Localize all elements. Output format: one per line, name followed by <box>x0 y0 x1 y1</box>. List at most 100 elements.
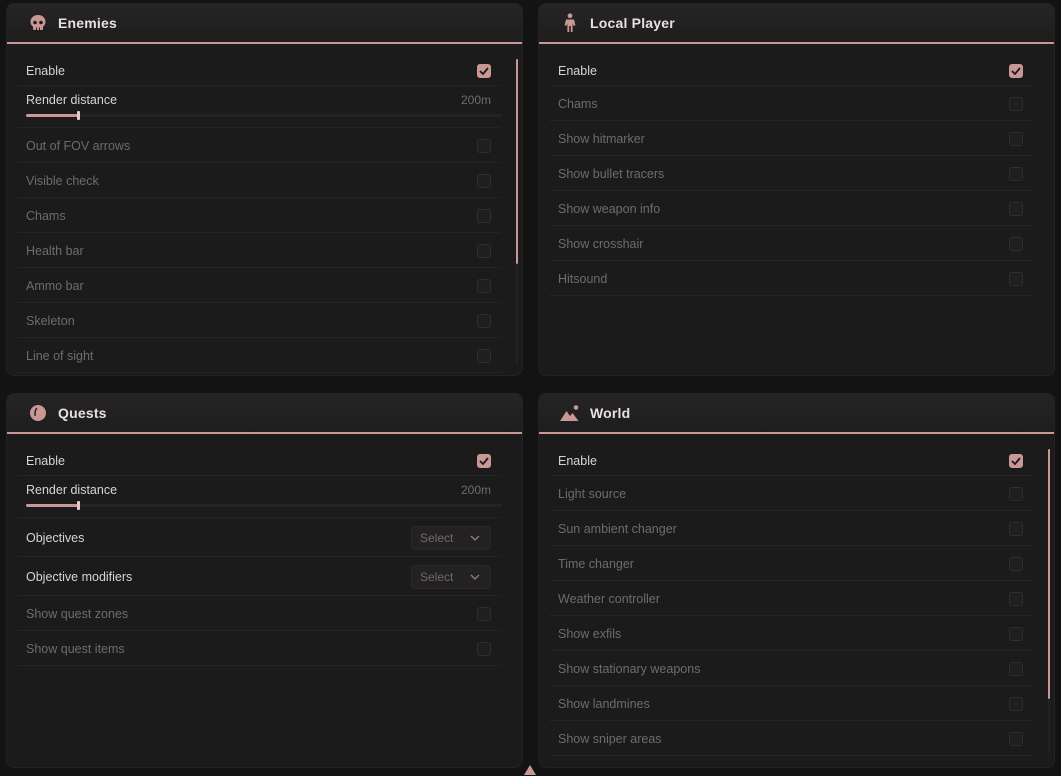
option-row[interactable]: Show landmines <box>549 687 1032 721</box>
scrollbar[interactable] <box>516 59 518 264</box>
option-row[interactable]: Chams <box>549 87 1032 121</box>
option-row[interactable]: Visible check <box>17 164 500 198</box>
option-row[interactable]: Show crosshair <box>549 227 1032 261</box>
expand-arrow-icon[interactable] <box>523 764 537 776</box>
option-label: Show quest items <box>26 641 125 656</box>
option-row[interactable]: Weather controller <box>549 582 1032 616</box>
option-checkbox[interactable] <box>477 606 491 621</box>
option-row[interactable]: Show quest items <box>17 632 500 666</box>
option-label: Show exfils <box>558 626 622 641</box>
option-label: Sun ambient changer <box>558 521 677 536</box>
option-row[interactable]: Show hitmarker <box>549 122 1032 156</box>
slider-handle[interactable] <box>77 111 81 120</box>
panel-title: Enemies <box>58 15 117 31</box>
slider-handle[interactable] <box>77 501 81 510</box>
local-enable-row[interactable]: Enable <box>549 56 1032 86</box>
option-label: Hitsound <box>558 271 608 286</box>
panel-title: Local Player <box>590 15 675 31</box>
option-checkbox[interactable] <box>477 278 491 293</box>
option-label: Show bullet tracers <box>558 166 665 181</box>
option-label: Show quest zones <box>26 606 129 621</box>
render-distance-label: Render distance <box>26 93 118 107</box>
option-checkbox[interactable] <box>1009 236 1023 251</box>
world-enable-row[interactable]: Enable <box>549 446 1032 476</box>
option-row[interactable]: Show stationary weapons <box>549 652 1032 686</box>
option-label: Show weapon info <box>558 201 661 216</box>
option-row[interactable]: Show exfils <box>549 617 1032 651</box>
option-row[interactable]: Show quest zones <box>17 597 500 631</box>
option-checkbox[interactable] <box>1009 486 1023 501</box>
local-enable-checkbox[interactable] <box>1009 63 1023 78</box>
skull-icon <box>28 13 48 33</box>
objectives-row: Objectives Select <box>17 519 500 557</box>
render-distance-value: 200m <box>460 483 491 497</box>
option-checkbox[interactable] <box>1009 131 1023 146</box>
option-label: Show hitmarker <box>558 131 645 146</box>
enable-label: Enable <box>558 453 597 468</box>
enable-label: Enable <box>26 63 65 78</box>
option-checkbox[interactable] <box>477 243 491 258</box>
render-distance-label: Render distance <box>26 483 118 497</box>
enemies-enable-row[interactable]: Enable <box>17 56 500 86</box>
option-checkbox[interactable] <box>477 208 491 223</box>
option-checkbox[interactable] <box>1009 556 1023 571</box>
option-row[interactable]: Show sniper areas <box>549 722 1032 756</box>
option-checkbox[interactable] <box>477 348 491 363</box>
enemies-enable-checkbox[interactable] <box>477 63 491 78</box>
local-player-panel: Local Player Enable Chams Show hitmarker S… <box>538 3 1055 376</box>
option-checkbox[interactable] <box>1009 166 1023 181</box>
option-row[interactable]: Sun ambient changer <box>549 512 1032 546</box>
option-row[interactable]: Skeleton <box>17 304 500 338</box>
objectives-select[interactable]: Select <box>411 525 491 550</box>
option-checkbox[interactable] <box>1009 731 1023 746</box>
option-checkbox[interactable] <box>1009 591 1023 606</box>
objective-modifiers-select[interactable]: Select <box>411 564 491 589</box>
slider-fill <box>26 114 79 117</box>
option-row[interactable]: Line of sight <box>17 339 500 373</box>
objectives-label: Objectives <box>26 530 85 545</box>
option-row[interactable]: Hitsound <box>549 262 1032 296</box>
option-row[interactable]: Out of FOV arrows <box>17 129 500 163</box>
option-row[interactable]: Ammo bar <box>17 269 500 303</box>
chevron-down-icon <box>470 574 480 580</box>
render-distance-value: 200m <box>460 93 491 107</box>
render-distance-slider[interactable] <box>26 501 502 510</box>
world-enable-checkbox[interactable] <box>1009 453 1023 468</box>
option-checkbox[interactable] <box>1009 201 1023 216</box>
option-label: Health bar <box>26 243 84 258</box>
option-checkbox[interactable] <box>1009 96 1023 111</box>
option-label: Show crosshair <box>558 236 644 251</box>
enemies-render-distance[interactable]: Render distance 200m <box>17 87 502 128</box>
person-icon <box>560 13 580 33</box>
option-row[interactable]: Show weapon info <box>549 192 1032 226</box>
option-checkbox[interactable] <box>477 138 491 153</box>
quests-header: Quests <box>7 394 522 434</box>
option-label: Visible check <box>26 173 99 188</box>
option-row[interactable]: Time changer <box>549 547 1032 581</box>
quests-enable-checkbox[interactable] <box>477 453 491 468</box>
scrollbar[interactable] <box>1048 449 1050 699</box>
option-checkbox[interactable] <box>1009 271 1023 286</box>
option-row[interactable]: Show bullet tracers <box>549 157 1032 191</box>
option-checkbox[interactable] <box>477 641 491 656</box>
objective-modifiers-label: Objective modifiers <box>26 569 133 584</box>
local-player-header: Local Player <box>539 4 1054 44</box>
render-distance-slider[interactable] <box>26 111 502 120</box>
mountain-icon <box>560 403 580 423</box>
option-row[interactable]: Chams <box>17 199 500 233</box>
egg-icon <box>28 403 48 423</box>
option-row[interactable]: Light source <box>549 477 1032 511</box>
world-header: World <box>539 394 1054 434</box>
option-checkbox[interactable] <box>477 173 491 188</box>
option-row[interactable]: Health bar <box>17 234 500 268</box>
option-checkbox[interactable] <box>1009 521 1023 536</box>
option-checkbox[interactable] <box>1009 696 1023 711</box>
quests-render-distance[interactable]: Render distance 200m <box>17 477 502 518</box>
option-label: Weather controller <box>558 591 660 606</box>
option-label: Chams <box>26 208 66 223</box>
quests-enable-row[interactable]: Enable <box>17 446 500 476</box>
world-panel: World Enable Light source Sun ambient cha… <box>538 393 1055 768</box>
option-checkbox[interactable] <box>1009 626 1023 641</box>
option-checkbox[interactable] <box>477 313 491 328</box>
option-checkbox[interactable] <box>1009 661 1023 676</box>
